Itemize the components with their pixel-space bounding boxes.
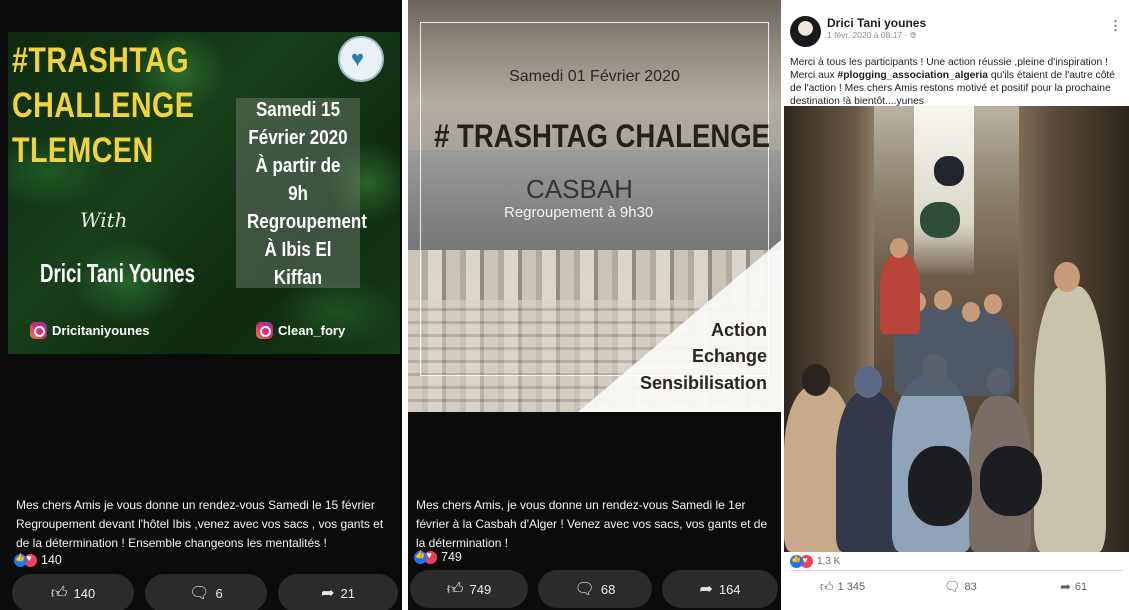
poster-with: With xyxy=(80,208,128,232)
comment-button[interactable]: 🗨︎ 83 xyxy=(944,579,977,595)
person-head xyxy=(984,294,1002,314)
person xyxy=(880,254,920,334)
photo-sky xyxy=(914,106,974,276)
person-head xyxy=(1054,262,1080,292)
reaction-summary[interactable]: 140 xyxy=(14,553,62,567)
like-button[interactable]: 👍︎ 140 xyxy=(12,574,134,610)
poster-organizer-name: Drici Tani Younes xyxy=(40,258,196,288)
reaction-summary[interactable]: 749 xyxy=(414,550,462,564)
reaction-summary[interactable]: 1,3 K xyxy=(790,554,840,568)
trash-bag xyxy=(920,202,960,238)
poster-title: # TRASHTAG CHALENGE xyxy=(434,118,770,154)
like-reaction-icon xyxy=(14,553,27,567)
instagram-icon xyxy=(256,322,273,339)
trash-bag xyxy=(934,156,964,186)
poster-place: CASBAH xyxy=(526,174,633,204)
post-panel-casbah: Samedi 01 Février 2020 # TRASHTAG CHALEN… xyxy=(408,0,781,610)
thumbs-up-icon: 👍︎ xyxy=(50,584,68,602)
person-head xyxy=(962,302,980,322)
instagram-handle-right: Clean_fory xyxy=(256,322,345,339)
person-head xyxy=(890,238,908,258)
share-button[interactable]: ➦ 61 xyxy=(1060,579,1087,595)
person xyxy=(1034,286,1106,552)
like-button[interactable]: 👍︎ 749 xyxy=(410,570,528,608)
person-head xyxy=(802,364,830,396)
person-head xyxy=(934,290,952,310)
instagram-icon xyxy=(30,322,47,339)
like-button[interactable]: 👍︎ 1 345 xyxy=(820,579,865,595)
post-meta: 1 févr. 2020 à 08:17 · 🌐︎ xyxy=(827,30,917,41)
comment-icon: 🗨︎ xyxy=(189,585,210,602)
share-icon: ➦ xyxy=(1060,579,1071,594)
poster-tag-sensibilisation: Sensibilisation xyxy=(639,373,767,393)
trash-bag xyxy=(980,446,1042,516)
share-button[interactable]: ➦ 21 xyxy=(278,574,398,610)
poster-regroup-time: Regroupement à 9h30 xyxy=(504,204,654,221)
poster-tag-echange: Echange xyxy=(691,346,767,366)
post-author[interactable]: Drici Tani younes xyxy=(827,16,926,30)
post-panel-tlemcen: #TRASHTAG CHALLENGE TLEMCEN ♥ Samedi 15 … xyxy=(0,0,402,610)
date-box-text: Samedi 15 Février 2020 À partir de 9h Re… xyxy=(247,99,367,289)
event-poster-image[interactable]: Samedi 01 Février 2020 # TRASHTAG CHALEN… xyxy=(408,0,781,412)
post-panel-thanks: Drici Tani younes 1 févr. 2020 à 08:17 ·… xyxy=(784,0,1129,610)
post-caption: Mes chers Amis, je vous donne un rendez-… xyxy=(416,498,768,550)
trash-bag xyxy=(908,446,972,526)
poster-tag-action: Action xyxy=(711,320,767,340)
post-text: Merci à tous les participants ! Une acti… xyxy=(790,57,1116,107)
globe-icon: 🌐︎ xyxy=(909,30,917,40)
group-photo[interactable] xyxy=(784,106,1129,552)
comment-icon: 🗨︎ xyxy=(944,579,961,594)
like-reaction-icon xyxy=(414,550,427,564)
hashtag-link[interactable]: #plogging_association_algeria xyxy=(838,70,989,81)
thumbs-up-icon: 👍︎ xyxy=(820,579,834,594)
clean-logo: ♥ xyxy=(338,36,384,82)
avatar[interactable] xyxy=(790,16,821,47)
post-caption: Mes chers Amis je vous donne un rendez-v… xyxy=(16,498,384,550)
poster-title: #TRASHTAG CHALLENGE TLEMCEN xyxy=(12,41,195,170)
comment-button[interactable]: 🗨︎ 6 xyxy=(145,574,267,610)
share-icon: ➦ xyxy=(699,581,713,598)
event-poster-image[interactable]: #TRASHTAG CHALLENGE TLEMCEN ♥ Samedi 15 … xyxy=(8,32,400,354)
thumbs-up-icon: 👍︎ xyxy=(446,580,464,598)
comment-button[interactable]: 🗨︎ 68 xyxy=(538,570,652,608)
comment-icon: 🗨︎ xyxy=(574,581,595,598)
person-head xyxy=(854,366,882,398)
divider xyxy=(790,570,1123,571)
poster-date: Samedi 01 Février 2020 xyxy=(509,68,680,85)
more-options-icon[interactable]: ⋮ xyxy=(1109,18,1122,34)
like-reaction-icon xyxy=(790,554,803,568)
instagram-handle-left: Dricitaniyounes xyxy=(30,322,150,339)
post-timestamp[interactable]: 1 févr. 2020 à 08:17 · xyxy=(827,30,910,40)
share-button[interactable]: ➦ 164 xyxy=(662,570,778,608)
share-icon: ➦ xyxy=(321,585,335,602)
